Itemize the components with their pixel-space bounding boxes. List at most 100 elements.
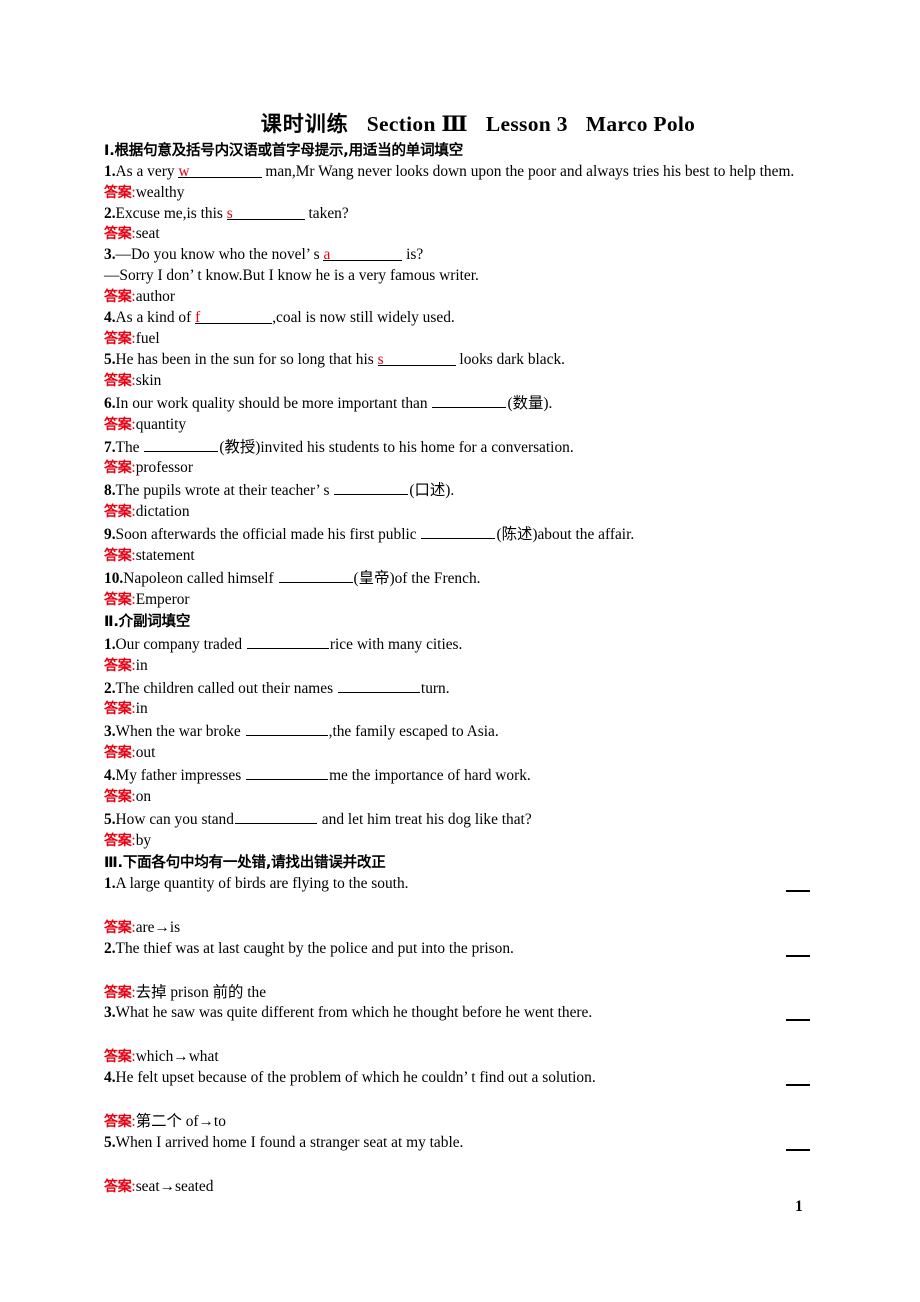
correction-item: 3.What he saw was quite different from w… xyxy=(104,1003,816,1068)
question-number: 2. xyxy=(104,204,116,222)
correction-item: 1.A large quantity of birds are flying t… xyxy=(104,874,816,939)
question-item: 6.In our work quality should be more imp… xyxy=(104,392,816,415)
hint-letter: s xyxy=(377,350,384,368)
page-number: 1 xyxy=(795,1198,803,1215)
answer-line: 答案:author xyxy=(104,287,816,308)
question-item: 9.Soon afterwards the official made his … xyxy=(104,523,816,546)
answer-value: are→is xyxy=(135,918,181,936)
sentence-text: When I arrived home I found a stranger s… xyxy=(115,1134,464,1152)
answer-line: 答案:in xyxy=(104,699,816,720)
hint-letter: s xyxy=(226,204,233,222)
answer-blank[interactable] xyxy=(421,523,496,540)
question-item: 1.As a very w man,Mr Wang never looks do… xyxy=(104,162,816,183)
hint-letter: f xyxy=(195,309,201,327)
answer-label: 答案 xyxy=(104,984,132,1001)
answer-value: seat→seated xyxy=(135,1177,214,1195)
question-text-post: taken? xyxy=(304,204,349,222)
answer-blank[interactable] xyxy=(432,392,507,408)
answer-blank[interactable]: a xyxy=(323,245,403,263)
correction-sentence: 4.He felt upset because of the problem o… xyxy=(104,1068,816,1089)
hint-letter: w xyxy=(178,162,190,180)
answer-blank[interactable]: s xyxy=(377,350,456,368)
question-text-pre: When the war broke xyxy=(115,723,245,741)
answer-label: 答案 xyxy=(104,184,132,201)
answer-value: wealthy xyxy=(135,183,185,201)
answer-label: 答案 xyxy=(104,330,132,347)
question-item: 3.When the war broke ,the family escaped… xyxy=(104,720,816,743)
sentence-text: A large quantity of birds are flying to … xyxy=(115,874,409,892)
answer-value: author xyxy=(135,288,176,306)
answer-label: 答案 xyxy=(104,372,132,389)
question-number: 2. xyxy=(104,939,116,957)
correction-item: 5.When I arrived home I found a stranger… xyxy=(104,1133,816,1198)
answer-label: 答案 xyxy=(104,657,132,674)
answer-line: 答案:seat xyxy=(104,224,816,245)
question-number: 10. xyxy=(104,569,124,587)
correction-workspace[interactable] xyxy=(104,1084,816,1112)
question-number: 4. xyxy=(104,1069,116,1087)
question-text-pre: The children called out their names xyxy=(115,679,337,697)
answer-blank[interactable] xyxy=(245,720,328,737)
answer-blank[interactable] xyxy=(234,808,317,824)
answer-line: 答案:out xyxy=(104,743,816,764)
answer-blank[interactable] xyxy=(246,764,329,781)
question-text-post: and let him treat his dog like that? xyxy=(317,811,532,828)
correction-sentence: 3.What he saw was quite different from w… xyxy=(104,1003,816,1024)
question-text-pre: In our work quality should be more impor… xyxy=(115,394,432,412)
answer-line: 答案:are→is xyxy=(104,918,816,939)
question-text-post: ,the family escaped to Asia. xyxy=(328,723,499,741)
answer-value: quantity xyxy=(135,415,187,433)
answer-label: 答案 xyxy=(104,1178,132,1195)
question-item: 8.The pupils wrote at their teacher’ s (… xyxy=(104,479,816,502)
answer-value: statement xyxy=(135,547,195,565)
question-text-post: looks dark black. xyxy=(455,350,565,368)
question-item: 2.The children called out their names tu… xyxy=(104,677,816,700)
sentence-text: The thief was at last caught by the poli… xyxy=(115,939,514,957)
question-number: 6. xyxy=(104,394,116,412)
question-number: 4. xyxy=(104,767,116,785)
correction-sentence: 2.The thief was at last caught by the po… xyxy=(104,939,816,960)
answer-value: 去掉 prison 前的 the xyxy=(135,983,267,1001)
answer-line: 答案:by xyxy=(104,831,816,852)
answer-label: 答案 xyxy=(104,1049,132,1066)
question-text-post: ,coal is now still widely used. xyxy=(272,309,455,327)
question-text-post: turn. xyxy=(420,679,450,697)
answer-label: 答案 xyxy=(104,591,132,608)
answer-line: 答案:statement xyxy=(104,546,816,567)
correction-workspace[interactable] xyxy=(104,954,816,983)
answer-label: 答案 xyxy=(104,289,132,306)
answer-blank[interactable]: f xyxy=(195,308,273,327)
answer-blank[interactable]: w xyxy=(178,162,262,180)
question-text-pre: As a very xyxy=(115,162,179,180)
answer-blank[interactable] xyxy=(334,479,409,496)
question-item: 4.My father impresses me the importance … xyxy=(104,764,816,787)
answer-value: in xyxy=(135,700,148,718)
question-text-pre: The pupils wrote at their teacher’ s xyxy=(115,482,334,500)
answer-blank[interactable] xyxy=(144,436,219,452)
question-item: 7.The (教授)invited his students to his ho… xyxy=(104,436,816,459)
answer-blank[interactable] xyxy=(246,633,329,649)
answer-blank[interactable]: s xyxy=(226,204,305,222)
answer-line: 答案:skin xyxy=(104,371,816,392)
question-text-post: rice with many cities. xyxy=(329,635,463,653)
answer-value: skin xyxy=(135,371,162,389)
correction-workspace[interactable] xyxy=(104,1019,816,1047)
section-heading-1: Ⅰ.根据句意及括号内汉语或首字母提示,用适当的单词填空 xyxy=(104,142,464,159)
question-item: 5.How can you stand and let him treat hi… xyxy=(104,808,816,831)
title-chinese: 课时训练 xyxy=(260,112,349,136)
question-item: 10.Napoleon called himself (皇帝)of the Fr… xyxy=(104,567,816,590)
question-number: 5. xyxy=(104,350,116,368)
answer-blank[interactable] xyxy=(337,677,420,693)
question-text-post: me the importance of hard work. xyxy=(329,767,531,785)
correction-workspace[interactable] xyxy=(104,1149,816,1177)
answer-value: out xyxy=(135,744,156,762)
answer-label: 答案 xyxy=(104,226,132,243)
correction-dash xyxy=(786,1019,810,1022)
answer-line: 答案:wealthy xyxy=(104,183,816,204)
question-number: 3. xyxy=(104,1004,116,1022)
correction-item: 4.He felt upset because of the problem o… xyxy=(104,1068,816,1133)
correction-workspace[interactable] xyxy=(104,889,816,918)
question-text-pre: Our company traded xyxy=(115,635,246,653)
title-lesson: Lesson 3 xyxy=(485,112,568,136)
answer-blank[interactable] xyxy=(278,567,353,583)
